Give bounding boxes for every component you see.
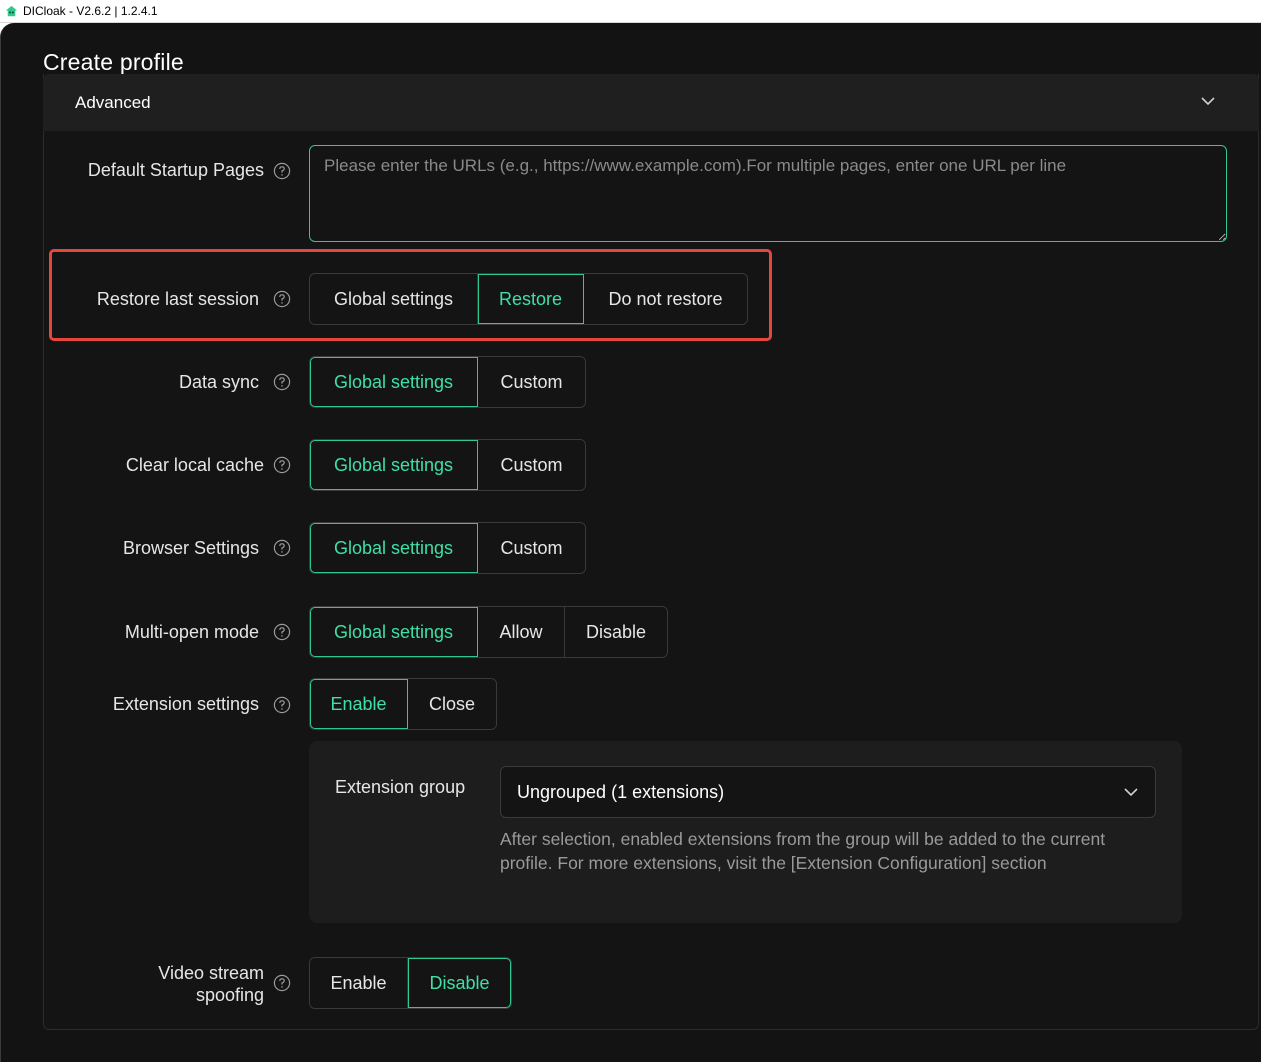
video-spoofing-segmented: Enable Disable xyxy=(309,957,512,1009)
video-spoofing-disable-button[interactable]: Disable xyxy=(408,958,511,1008)
restore-session-segmented: Global settings Restore Do not restore xyxy=(309,273,748,325)
data-sync-label: Data sync xyxy=(178,372,259,392)
browser-settings-segmented: Global settings Custom xyxy=(309,522,586,574)
question-circle-icon[interactable] xyxy=(273,162,291,180)
extension-settings-segmented: Enable Close xyxy=(309,678,497,730)
window-titlebar: DICloak - V2.6.2 | 1.2.4.1 xyxy=(0,0,1261,23)
clear-cache-global-settings-button[interactable]: Global settings xyxy=(310,440,478,490)
extension-close-button[interactable]: Close xyxy=(408,679,496,729)
browser-settings-global-settings-button[interactable]: Global settings xyxy=(310,523,478,573)
multi-open-global-settings-button[interactable]: Global settings xyxy=(310,607,478,657)
clear-cache-segmented: Global settings Custom xyxy=(309,439,586,491)
question-circle-icon[interactable] xyxy=(273,623,291,641)
dicloak-logo-icon xyxy=(5,5,18,16)
browser-settings-label: Browser Settings xyxy=(122,538,259,558)
question-circle-icon[interactable] xyxy=(273,696,291,714)
restore-session-label: Restore last session xyxy=(96,289,259,309)
browser-settings-custom-button[interactable]: Custom xyxy=(478,523,585,573)
extension-settings-label: Extension settings xyxy=(112,694,259,714)
do-not-restore-button[interactable]: Do not restore xyxy=(584,274,747,324)
restore-global-settings-button[interactable]: Global settings xyxy=(310,274,478,324)
chevron-down-icon xyxy=(1124,788,1138,797)
multi-open-label: Multi-open mode xyxy=(124,622,259,642)
extension-group-value: Ungrouped (1 extensions) xyxy=(517,781,725,802)
question-circle-icon[interactable] xyxy=(273,539,291,557)
video-spoofing-enable-button[interactable]: Enable xyxy=(310,958,408,1008)
video-spoofing-label-line1: Video stream xyxy=(158,963,264,983)
question-circle-icon[interactable] xyxy=(273,290,291,308)
video-spoofing-label: Video stream spoofing xyxy=(158,962,264,1006)
extension-enable-button[interactable]: Enable xyxy=(310,679,408,729)
question-circle-icon[interactable] xyxy=(273,373,291,391)
chevron-down-icon[interactable] xyxy=(1199,94,1217,108)
data-sync-global-settings-button[interactable]: Global settings xyxy=(310,357,478,407)
extension-group-label: Extension group xyxy=(335,777,466,797)
question-circle-icon[interactable] xyxy=(273,974,291,992)
section-title: Advanced xyxy=(75,93,151,112)
multi-open-allow-button[interactable]: Allow xyxy=(478,607,565,657)
extension-group-panel: Extension group Ungrouped (1 extensions)… xyxy=(309,741,1182,923)
startup-pages-label: Default Startup Pages xyxy=(87,160,264,180)
multi-open-disable-button[interactable]: Disable xyxy=(565,607,667,657)
question-circle-icon[interactable] xyxy=(273,456,291,474)
clear-cache-label: Clear local cache xyxy=(125,455,264,475)
clear-cache-custom-button[interactable]: Custom xyxy=(478,440,585,490)
extension-group-help-text: After selection, enabled extensions from… xyxy=(500,829,1106,873)
data-sync-segmented: Global settings Custom xyxy=(309,356,586,408)
page-title: Create profile xyxy=(43,49,184,75)
data-sync-custom-button[interactable]: Custom xyxy=(478,357,585,407)
extension-group-select[interactable]: Ungrouped (1 extensions) xyxy=(500,766,1156,818)
window-title: DICloak - V2.6.2 | 1.2.4.1 xyxy=(23,4,158,18)
startup-pages-textarea[interactable] xyxy=(309,145,1227,242)
restore-button[interactable]: Restore xyxy=(478,274,584,324)
multi-open-segmented: Global settings Allow Disable xyxy=(309,606,668,658)
video-spoofing-label-line2: spoofing xyxy=(195,985,264,1005)
advanced-section-header[interactable]: Advanced xyxy=(43,74,1259,131)
